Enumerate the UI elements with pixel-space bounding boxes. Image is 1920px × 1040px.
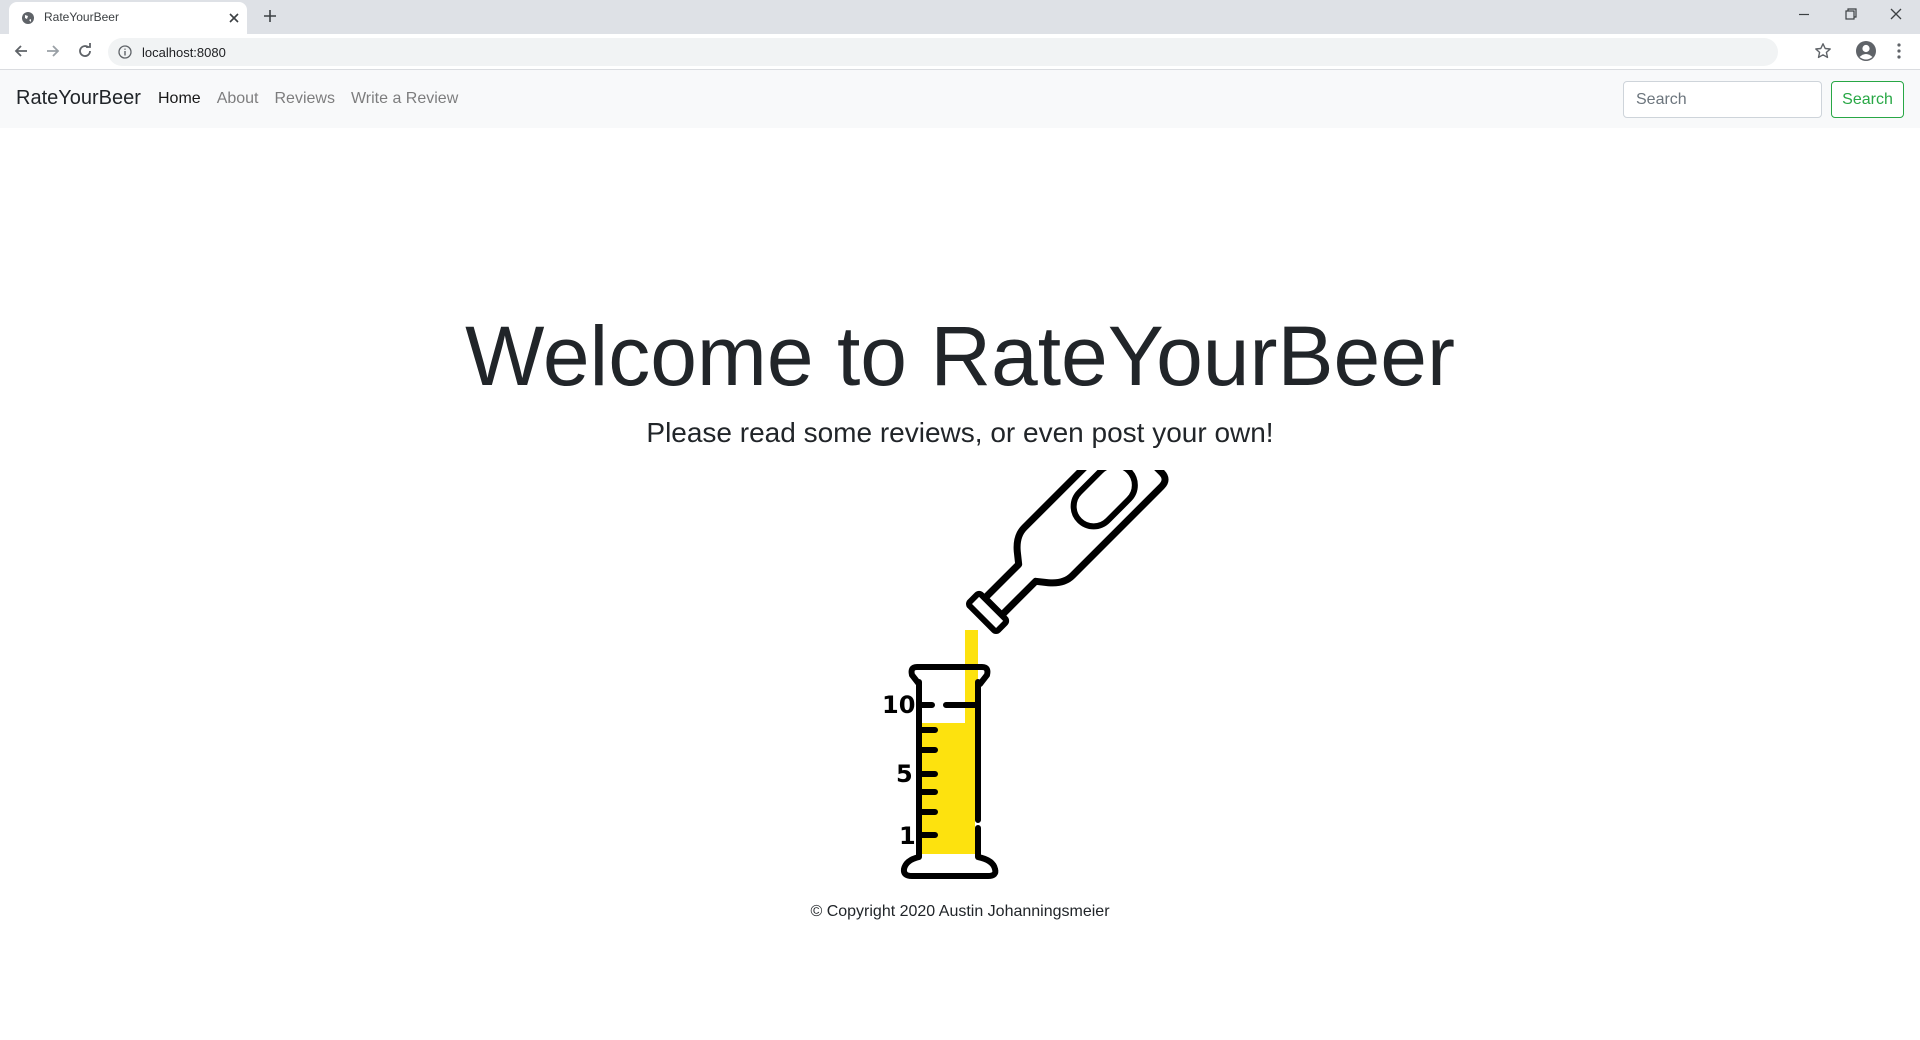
bookmark-star-icon[interactable] <box>1814 42 1832 60</box>
nav-link-about[interactable]: About <box>217 90 259 108</box>
info-icon[interactable] <box>118 45 132 59</box>
back-arrow-icon[interactable] <box>12 42 30 60</box>
scale-label-1: 1 <box>899 822 916 850</box>
nav-link-reviews[interactable]: Reviews <box>275 90 335 108</box>
beer-pouring-icon: 10 5 1 <box>882 470 1169 879</box>
reload-icon[interactable] <box>76 42 94 60</box>
url-text: localhost:8080 <box>142 45 226 60</box>
site-navbar: RateYourBeer Home About Reviews Write a … <box>0 70 1920 128</box>
close-window-icon[interactable] <box>1888 6 1904 22</box>
more-vert-icon[interactable] <box>1891 42 1907 60</box>
new-tab-icon[interactable] <box>262 8 278 24</box>
close-icon[interactable] <box>227 11 241 25</box>
browser-tab-strip: RateYourBeer <box>0 0 1920 34</box>
globe-icon <box>22 12 34 24</box>
scale-label-10: 10 <box>882 691 915 719</box>
minimize-icon[interactable] <box>1796 6 1812 22</box>
restore-icon[interactable] <box>1843 6 1859 22</box>
profile-avatar-icon[interactable] <box>1855 40 1877 62</box>
scale-label-5: 5 <box>896 760 913 788</box>
nav-links: Home About Reviews Write a Review <box>158 90 458 108</box>
copyright-footer: © Copyright 2020 Austin Johanningsmeier <box>810 903 1110 920</box>
browser-tab[interactable]: RateYourBeer <box>9 2 247 34</box>
address-bar[interactable]: localhost:8080 <box>108 38 1778 66</box>
tab-title: RateYourBeer <box>44 10 119 24</box>
page-title: Welcome to RateYourBeer <box>465 309 1455 403</box>
search-button[interactable]: Search <box>1831 81 1904 118</box>
page-subtitle: Please read some reviews, or even post y… <box>646 417 1274 448</box>
search-input[interactable] <box>1623 81 1822 118</box>
nav-link-write-review[interactable]: Write a Review <box>351 90 458 108</box>
forward-arrow-icon[interactable] <box>44 42 62 60</box>
browser-toolbar: localhost:8080 <box>0 34 1920 70</box>
nav-link-home[interactable]: Home <box>158 90 201 108</box>
brand-link[interactable]: RateYourBeer <box>16 87 141 110</box>
